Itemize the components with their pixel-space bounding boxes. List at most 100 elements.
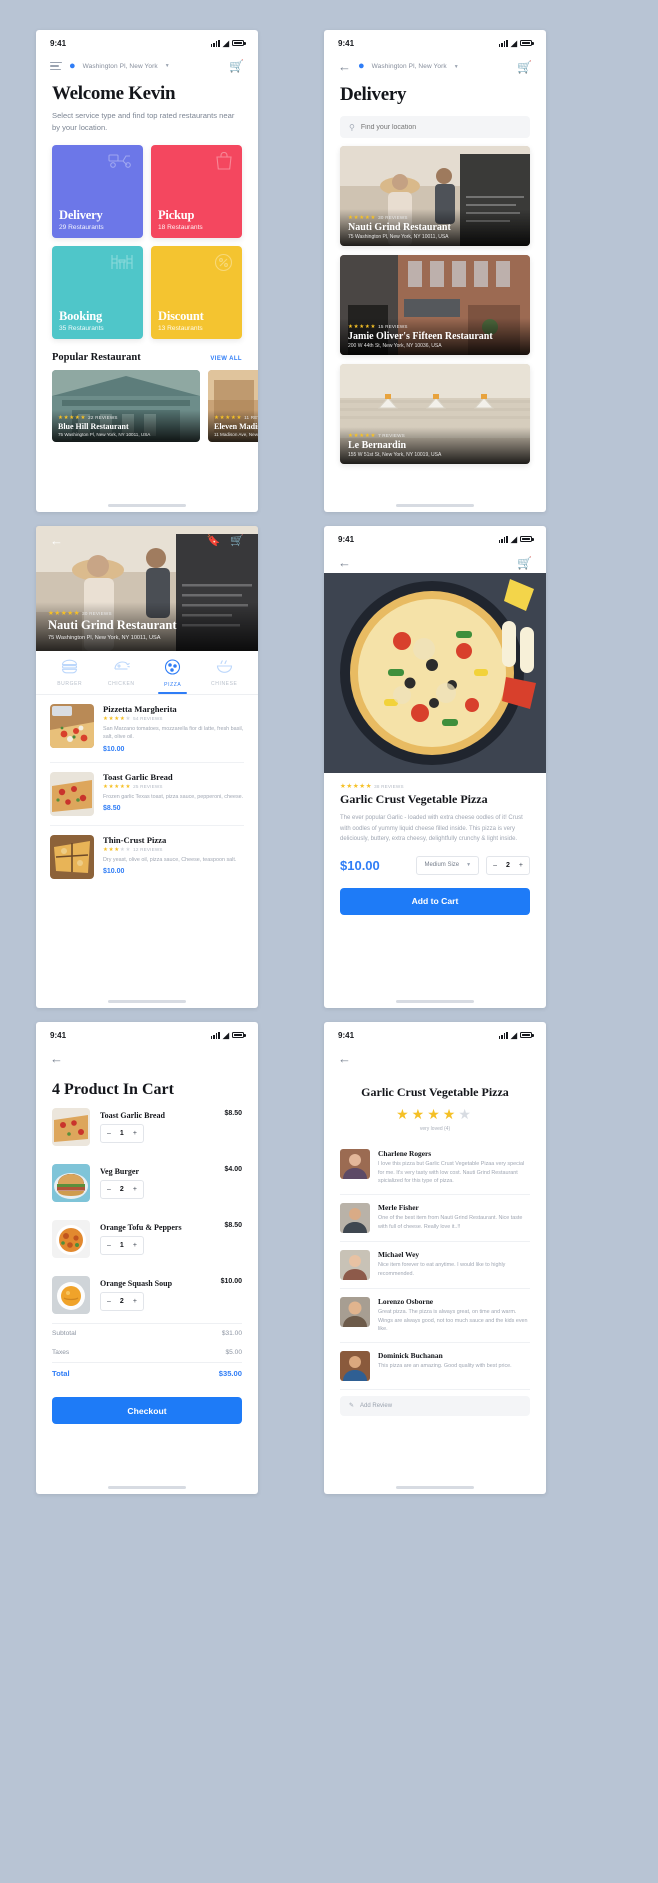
subtotal-label: Subtotal <box>52 1330 77 1337</box>
service-count: 29 Restaurants <box>59 223 104 231</box>
service-card-discount[interactable]: Discount 13 Restaurants <box>151 245 242 339</box>
cart-item-thumbnail <box>52 1108 90 1146</box>
quantity-stepper[interactable]: – 2 + <box>486 855 530 875</box>
chevron-down-icon[interactable]: ▼ <box>454 64 459 70</box>
service-count: 35 Restaurants <box>59 324 104 332</box>
service-card-booking[interactable]: Booking 35 Restaurants <box>52 245 143 339</box>
menu-item-name: Toast Garlic Bread <box>103 771 173 782</box>
checkout-button[interactable]: Checkout <box>52 1397 242 1424</box>
screen-delivery: 9:41 ◢ ← ● Washington Pl, New York ▼ 🛒 D… <box>324 30 546 512</box>
tab-burger[interactable]: BURGER <box>44 659 96 694</box>
reviewer-name: Michael Wey <box>378 1249 420 1259</box>
location-label[interactable]: Washington Pl, New York <box>83 63 158 70</box>
product-image <box>324 573 546 773</box>
tab-chinese[interactable]: CHINESE <box>199 659 251 694</box>
battery-icon <box>232 1031 246 1039</box>
menu-item-thumbnail <box>50 771 94 816</box>
tab-pizza[interactable]: PIZZA <box>147 659 199 694</box>
avatar <box>340 1350 370 1381</box>
service-card-pickup[interactable]: Pickup 18 Restaurants <box>151 144 242 238</box>
restaurant-name: Blue Hill Restaurant <box>58 421 129 431</box>
menu-item-thumbnail <box>50 704 94 748</box>
quantity-increment[interactable]: + <box>127 1242 143 1249</box>
view-all-link[interactable]: VIEW ALL <box>210 356 242 362</box>
review-text: Nice item forever to eat anytime. I woul… <box>378 1261 506 1277</box>
menu-item[interactable]: Thin-Crust Pizza ★★★★★ 12 REVIEWS Dry yea… <box>50 826 244 888</box>
review-item: Dominick Buchanan This pizza are an amaz… <box>340 1343 530 1390</box>
search-bar[interactable]: ⚲ <box>340 116 530 138</box>
size-select[interactable]: Medium Size ▼ <box>416 855 480 875</box>
review-count: 11 REVIEWS <box>244 414 258 420</box>
restaurant-name: Jamie Oliver's Fifteen Restaurant <box>348 330 493 342</box>
menu-item[interactable]: Toast Garlic Bread ★★★★★ 25 REVIEWS Froze… <box>50 763 244 826</box>
service-name: Pickup <box>158 207 195 222</box>
popular-section-header: Popular Restaurant VIEW ALL <box>36 339 258 363</box>
service-card-delivery[interactable]: Delivery 29 Restaurants <box>52 144 143 238</box>
chevron-down-icon[interactable]: ▼ <box>165 63 170 69</box>
status-bar: 9:41 ◢ <box>324 526 546 548</box>
add-review-input[interactable]: ✎ Add Review <box>340 1395 530 1416</box>
back-arrow-icon[interactable]: ← <box>50 534 63 547</box>
restaurant-address: 200 W 44th St, New York, NY 10036, USA <box>348 343 442 349</box>
cart-icon[interactable]: 🛒 <box>517 557 532 569</box>
cart-item-thumbnail <box>52 1164 90 1202</box>
location-label[interactable]: Washington Pl, New York <box>372 63 447 70</box>
rating-stars: ★★★★★ 12 REVIEWS <box>103 846 163 853</box>
quantity-decrement[interactable]: – <box>487 862 503 869</box>
wifi-icon: ◢ <box>222 38 229 48</box>
back-arrow-icon[interactable]: ← <box>50 1052 63 1065</box>
quantity-decrement[interactable]: – <box>101 1186 117 1193</box>
home-indicator <box>108 504 186 507</box>
cart-item-price: $8.50 <box>224 1222 242 1229</box>
menu-item-name: Thin-Crust Pizza <box>103 834 167 845</box>
section-title: Popular Restaurant <box>52 351 141 363</box>
back-arrow-icon[interactable]: ← <box>338 1052 351 1065</box>
avatar <box>340 1149 370 1179</box>
back-arrow-icon[interactable]: ← <box>338 556 351 569</box>
quantity-decrement[interactable]: – <box>101 1298 117 1305</box>
restaurant-card[interactable]: ★★★★★ 15 REVIEWS Jamie Oliver's Fifteen R… <box>340 255 530 355</box>
bookmark-icon[interactable]: 🔖 <box>207 534 221 547</box>
scooter-icon <box>108 152 134 173</box>
signal-icon <box>498 1031 508 1039</box>
restaurant-address: 75 Washington Pl, New York, NY 10011, US… <box>48 635 161 641</box>
add-to-cart-button[interactable]: Add to Cart <box>340 887 530 915</box>
review-item: Lorenzo Osborne Great pizza. The pizza i… <box>340 1289 530 1343</box>
quantity-increment[interactable]: + <box>127 1130 143 1137</box>
quantity-increment[interactable]: + <box>127 1298 143 1305</box>
reviewer-name: Charlene Rogers <box>378 1149 432 1158</box>
quantity-increment[interactable]: + <box>513 862 529 869</box>
quantity-stepper[interactable]: – 1 + <box>100 1124 144 1143</box>
quantity-value: 2 <box>506 861 510 869</box>
restaurant-card[interactable]: ★★★★★ 30 REVIEWS Nauti Grind Restaurant 7… <box>340 146 530 246</box>
cart-item: Veg Burger – 2 + $4.00 <box>36 1155 258 1211</box>
wifi-icon: ◢ <box>222 1030 229 1040</box>
home-indicator <box>108 1486 186 1489</box>
popular-restaurant-list[interactable]: ★★★★★ 22 REVIEWS Blue Hill Restaurant 75 … <box>36 363 258 442</box>
menu-icon[interactable] <box>50 61 62 71</box>
popular-card[interactable]: ★★★★★ 22 REVIEWS Blue Hill Restaurant 75 … <box>52 369 200 442</box>
back-arrow-icon[interactable]: ← <box>338 60 351 73</box>
quantity-stepper[interactable]: – 1 + <box>100 1236 144 1255</box>
quantity-decrement[interactable]: – <box>101 1242 117 1249</box>
search-input[interactable] <box>360 123 521 131</box>
cart-icon[interactable]: 🛒 <box>230 534 244 547</box>
quantity-stepper[interactable]: – 2 + <box>100 1180 144 1199</box>
taxes-row: Taxes $5.00 <box>36 1343 258 1362</box>
cart-icon[interactable]: 🛒 <box>229 60 244 72</box>
menu-item[interactable]: Pizzetta Margherita ★★★★★ 54 REVIEWS San … <box>50 695 244 763</box>
page-title: Welcome Kevin <box>52 83 176 104</box>
noodle-bowl-icon <box>199 659 251 677</box>
review-count: 25 REVIEWS <box>133 783 163 789</box>
tab-chicken[interactable]: CHICKEN <box>96 659 148 694</box>
wifi-icon: ◢ <box>510 38 517 48</box>
quantity-stepper[interactable]: – 2 + <box>100 1292 144 1311</box>
popular-card[interactable]: ★★★★★11 REVIEWS Eleven Madison 11 Madiso… <box>208 369 258 442</box>
quantity-increment[interactable]: + <box>127 1186 143 1193</box>
restaurant-card[interactable]: ★★★★★ 7 REVIEWS Le Bernardin 155 W 51st S… <box>340 364 530 464</box>
restaurant-name: Eleven Madison <box>214 421 258 431</box>
review-item: Merle Fisher One of the best item from N… <box>340 1195 530 1242</box>
battery-icon <box>520 39 534 47</box>
cart-icon[interactable]: 🛒 <box>517 61 532 73</box>
quantity-decrement[interactable]: – <box>101 1130 117 1137</box>
